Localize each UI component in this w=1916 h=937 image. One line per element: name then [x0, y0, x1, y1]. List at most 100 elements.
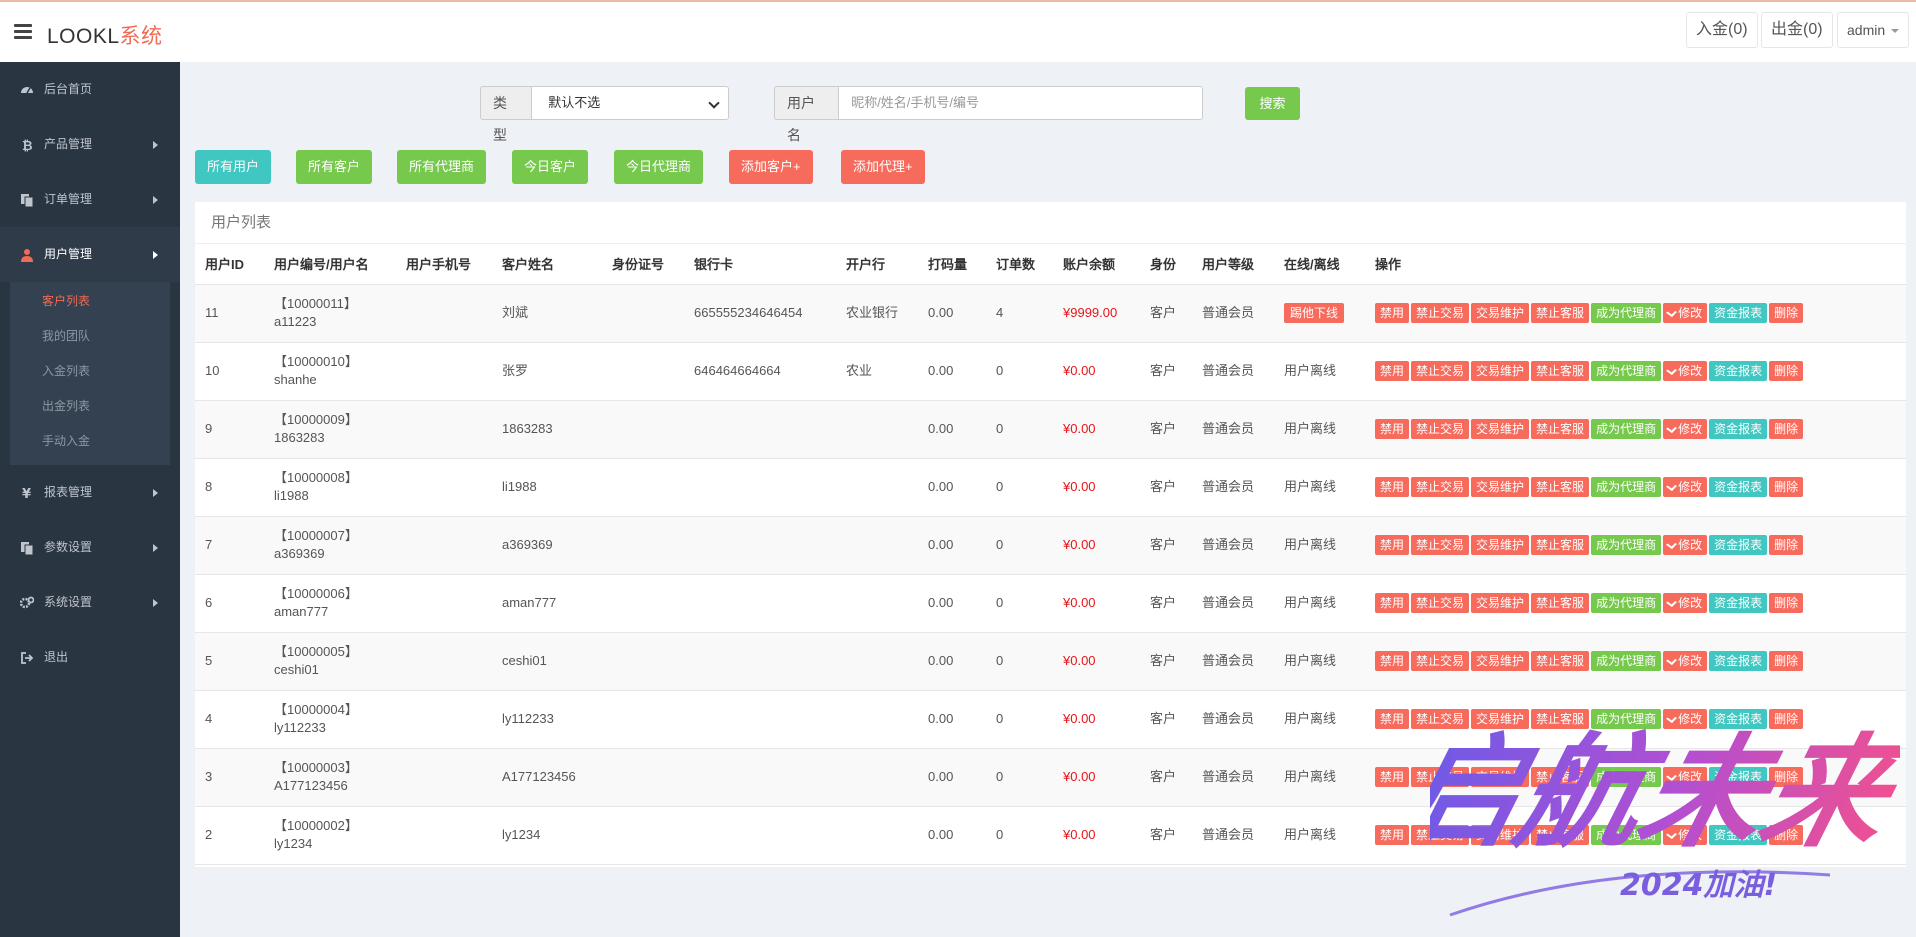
username-input[interactable]: 昵称/姓名/手机号/编号: [838, 86, 1203, 120]
fund-report-button[interactable]: 资金报表: [1709, 419, 1768, 439]
delete-button[interactable]: 删除: [1769, 419, 1804, 439]
trade-maintenance-button[interactable]: 交易维护: [1471, 709, 1530, 729]
fund-report-button[interactable]: 资金报表: [1709, 593, 1768, 613]
trade-maintenance-button[interactable]: 交易维护: [1471, 651, 1530, 671]
disable-button[interactable]: 禁用: [1375, 303, 1410, 323]
menu-toggle-icon[interactable]: [14, 24, 32, 39]
trade-maintenance-button[interactable]: 交易维护: [1471, 419, 1530, 439]
sidebar-item-orders[interactable]: 订单管理: [0, 172, 180, 227]
app-logo[interactable]: LOOKL系统: [47, 20, 163, 50]
ban-trade-button[interactable]: 禁止交易: [1411, 361, 1470, 381]
disable-button[interactable]: 禁用: [1375, 767, 1410, 787]
trade-maintenance-button[interactable]: 交易维护: [1471, 593, 1530, 613]
withdraw-button[interactable]: 出金(0): [1761, 12, 1833, 48]
delete-button[interactable]: 删除: [1769, 593, 1804, 613]
edit-button[interactable]: 修改: [1663, 825, 1708, 845]
edit-button[interactable]: 修改: [1663, 709, 1708, 729]
delete-button[interactable]: 删除: [1769, 535, 1804, 555]
disable-button[interactable]: 禁用: [1375, 535, 1410, 555]
disable-button[interactable]: 禁用: [1375, 709, 1410, 729]
today-customers-button[interactable]: 今日客户: [512, 150, 589, 184]
ban-service-button[interactable]: 禁止客服: [1531, 767, 1590, 787]
edit-button[interactable]: 修改: [1663, 361, 1708, 381]
delete-button[interactable]: 删除: [1769, 477, 1804, 497]
all-users-button[interactable]: 所有用户: [195, 150, 272, 184]
all-agents-button[interactable]: 所有代理商: [397, 150, 487, 184]
fund-report-button[interactable]: 资金报表: [1709, 825, 1768, 845]
sidebar-item-reports[interactable]: ¥ 报表管理: [0, 465, 180, 520]
disable-button[interactable]: 禁用: [1375, 361, 1410, 381]
ban-service-button[interactable]: 禁止客服: [1531, 651, 1590, 671]
fund-report-button[interactable]: 资金报表: [1709, 303, 1768, 323]
fund-report-button[interactable]: 资金报表: [1709, 709, 1768, 729]
delete-button[interactable]: 删除: [1769, 767, 1804, 787]
become-agent-button[interactable]: 成为代理商: [1591, 767, 1662, 787]
fund-report-button[interactable]: 资金报表: [1709, 535, 1768, 555]
ban-service-button[interactable]: 禁止客服: [1531, 419, 1590, 439]
ban-service-button[interactable]: 禁止客服: [1531, 593, 1590, 613]
trade-maintenance-button[interactable]: 交易维护: [1471, 767, 1530, 787]
type-select[interactable]: 默认不选: [531, 86, 729, 120]
sidebar-item-products[interactable]: ₿ 产品管理: [0, 117, 180, 172]
sidebar-item-logout[interactable]: 退出: [0, 630, 180, 685]
trade-maintenance-button[interactable]: 交易维护: [1471, 303, 1530, 323]
become-agent-button[interactable]: 成为代理商: [1591, 825, 1662, 845]
sidebar-item-params[interactable]: 参数设置: [0, 520, 180, 575]
all-customers-button[interactable]: 所有客户: [296, 150, 373, 184]
ban-service-button[interactable]: 禁止客服: [1531, 709, 1590, 729]
ban-service-button[interactable]: 禁止客服: [1531, 535, 1590, 555]
become-agent-button[interactable]: 成为代理商: [1591, 651, 1662, 671]
become-agent-button[interactable]: 成为代理商: [1591, 593, 1662, 613]
submenu-withdraw-list[interactable]: 出金列表: [10, 389, 170, 424]
delete-button[interactable]: 删除: [1769, 361, 1804, 381]
fund-report-button[interactable]: 资金报表: [1709, 477, 1768, 497]
disable-button[interactable]: 禁用: [1375, 651, 1410, 671]
deposit-button[interactable]: 入金(0): [1686, 12, 1758, 48]
kick-offline-button[interactable]: 踢他下线: [1284, 303, 1345, 323]
submenu-customer-list[interactable]: 客户列表: [10, 284, 170, 319]
ban-trade-button[interactable]: 禁止交易: [1411, 709, 1470, 729]
edit-button[interactable]: 修改: [1663, 651, 1708, 671]
delete-button[interactable]: 删除: [1769, 825, 1804, 845]
delete-button[interactable]: 删除: [1769, 651, 1804, 671]
become-agent-button[interactable]: 成为代理商: [1591, 709, 1662, 729]
edit-button[interactable]: 修改: [1663, 419, 1708, 439]
become-agent-button[interactable]: 成为代理商: [1591, 361, 1662, 381]
ban-service-button[interactable]: 禁止客服: [1531, 477, 1590, 497]
disable-button[interactable]: 禁用: [1375, 593, 1410, 613]
disable-button[interactable]: 禁用: [1375, 825, 1410, 845]
trade-maintenance-button[interactable]: 交易维护: [1471, 361, 1530, 381]
ban-trade-button[interactable]: 禁止交易: [1411, 303, 1470, 323]
delete-button[interactable]: 删除: [1769, 709, 1804, 729]
sidebar-item-users[interactable]: 用户管理: [0, 227, 180, 282]
disable-button[interactable]: 禁用: [1375, 477, 1410, 497]
fund-report-button[interactable]: 资金报表: [1709, 361, 1768, 381]
become-agent-button[interactable]: 成为代理商: [1591, 303, 1662, 323]
become-agent-button[interactable]: 成为代理商: [1591, 477, 1662, 497]
edit-button[interactable]: 修改: [1663, 535, 1708, 555]
sidebar-item-system[interactable]: 系统设置: [0, 575, 180, 630]
ban-trade-button[interactable]: 禁止交易: [1411, 593, 1470, 613]
fund-report-button[interactable]: 资金报表: [1709, 767, 1768, 787]
ban-trade-button[interactable]: 禁止交易: [1411, 419, 1470, 439]
ban-trade-button[interactable]: 禁止交易: [1411, 825, 1470, 845]
edit-button[interactable]: 修改: [1663, 767, 1708, 787]
trade-maintenance-button[interactable]: 交易维护: [1471, 535, 1530, 555]
add-customer-button[interactable]: 添加客户+: [729, 150, 813, 184]
edit-button[interactable]: 修改: [1663, 303, 1708, 323]
admin-menu-button[interactable]: admin: [1837, 12, 1910, 48]
submenu-my-team[interactable]: 我的团队: [10, 319, 170, 354]
trade-maintenance-button[interactable]: 交易维护: [1471, 477, 1530, 497]
fund-report-button[interactable]: 资金报表: [1709, 651, 1768, 671]
submenu-deposit-list[interactable]: 入金列表: [10, 354, 170, 389]
disable-button[interactable]: 禁用: [1375, 419, 1410, 439]
ban-trade-button[interactable]: 禁止交易: [1411, 651, 1470, 671]
today-agents-button[interactable]: 今日代理商: [614, 150, 704, 184]
edit-button[interactable]: 修改: [1663, 593, 1708, 613]
ban-service-button[interactable]: 禁止客服: [1531, 825, 1590, 845]
sidebar-item-dashboard[interactable]: 后台首页: [0, 62, 180, 117]
edit-button[interactable]: 修改: [1663, 477, 1708, 497]
search-button[interactable]: 搜索: [1245, 87, 1300, 120]
trade-maintenance-button[interactable]: 交易维护: [1471, 825, 1530, 845]
ban-trade-button[interactable]: 禁止交易: [1411, 767, 1470, 787]
